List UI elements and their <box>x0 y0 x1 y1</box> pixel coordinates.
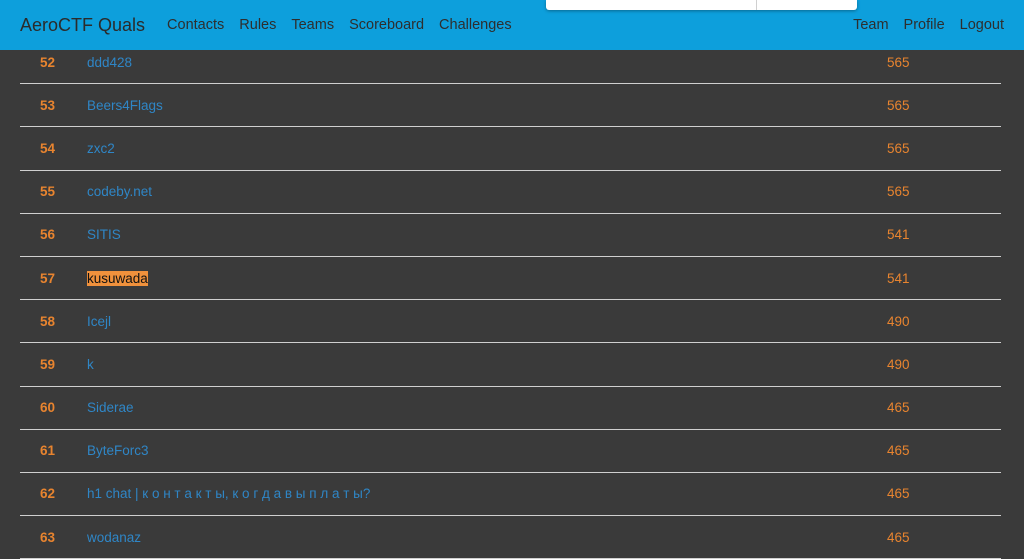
score: 565 <box>887 97 910 113</box>
score: 565 <box>887 54 910 70</box>
rank: 62 <box>40 486 56 502</box>
brand-link[interactable]: AeroCTF Quals <box>20 15 145 36</box>
team-link[interactable]: h1 chat | к о н т а к т ы, к о г д а в ы… <box>87 486 370 501</box>
team-link[interactable]: ddd428 <box>87 55 132 70</box>
score: 465 <box>887 529 910 545</box>
rank: 58 <box>40 313 56 329</box>
score: 465 <box>887 400 910 416</box>
rank: 57 <box>40 270 56 286</box>
team-link[interactable]: Icejl <box>87 314 111 329</box>
nav-challenges[interactable]: Challenges <box>439 17 512 33</box>
team-link[interactable]: codeby.net <box>87 184 152 199</box>
table-row: 53 Beers4Flags 565 <box>20 84 1001 128</box>
dropdown-popup-edge <box>546 0 857 10</box>
team-link[interactable]: zxc2 <box>87 141 115 156</box>
team-link[interactable]: ByteForc3 <box>87 443 149 458</box>
score: 465 <box>887 443 910 459</box>
rank: 53 <box>40 97 56 113</box>
popup-divider <box>756 0 757 10</box>
table-row: 60 Siderae 465 <box>20 387 1001 430</box>
table-row: 61 ByteForc3 465 <box>20 430 1001 473</box>
table-row: 59 k 490 <box>20 343 1001 387</box>
nav-team[interactable]: Team <box>853 17 888 33</box>
rank: 52 <box>40 54 56 70</box>
nav-scoreboard[interactable]: Scoreboard <box>349 17 424 33</box>
rank: 59 <box>40 356 56 372</box>
team-link-highlighted[interactable]: kusuwada <box>87 270 148 286</box>
table-row: 63 wodanaz 465 <box>20 516 1001 559</box>
table-row: 56 SITIS 541 <box>20 214 1001 257</box>
rank: 60 <box>40 400 56 416</box>
nav-contacts[interactable]: Contacts <box>167 17 224 33</box>
score: 465 <box>887 486 910 502</box>
score: 565 <box>887 140 910 156</box>
nav-profile[interactable]: Profile <box>904 17 945 33</box>
rank: 54 <box>40 140 56 156</box>
table-row: 58 Icejl 490 <box>20 300 1001 344</box>
table-row: 57 kusuwada 541 <box>20 257 1001 301</box>
team-link[interactable]: Siderae <box>87 400 134 415</box>
nav-right: Team Profile Logout <box>838 17 1004 33</box>
score: 541 <box>887 270 910 286</box>
team-link[interactable]: Beers4Flags <box>87 98 163 113</box>
table-row: 62 h1 chat | к о н т а к т ы, к о г д а … <box>20 473 1001 517</box>
table-row: 54 zxc2 565 <box>20 127 1001 171</box>
nav-rules[interactable]: Rules <box>239 17 276 33</box>
nav-left: Contacts Rules Teams Scoreboard Challeng… <box>167 17 527 33</box>
top-navbar: AeroCTF Quals Contacts Rules Teams Score… <box>0 0 1024 50</box>
rank: 63 <box>40 529 56 545</box>
table-row: 55 codeby.net 565 <box>20 171 1001 214</box>
score: 490 <box>887 313 910 329</box>
nav-logout[interactable]: Logout <box>960 17 1004 33</box>
team-link[interactable]: wodanaz <box>87 530 141 545</box>
score: 541 <box>887 227 910 243</box>
team-link[interactable]: k <box>87 357 94 372</box>
scoreboard-table: 52 ddd428 565 53 Beers4Flags 565 54 zxc2… <box>20 41 1001 559</box>
nav-teams[interactable]: Teams <box>291 17 334 33</box>
rank: 55 <box>40 184 56 200</box>
score: 490 <box>887 356 910 372</box>
team-link[interactable]: SITIS <box>87 227 121 242</box>
score: 565 <box>887 184 910 200</box>
rank: 61 <box>40 443 56 459</box>
rank: 56 <box>40 227 56 243</box>
